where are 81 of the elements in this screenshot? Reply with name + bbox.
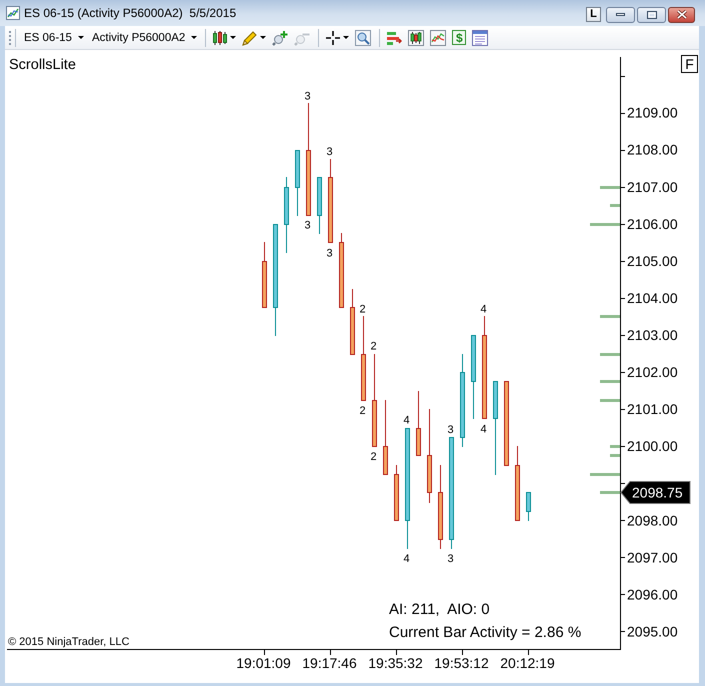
candlestick-icon — [212, 30, 228, 46]
f-button[interactable]: F — [681, 55, 698, 73]
level-mark — [590, 223, 620, 226]
y-axis-label: 2109.00 — [627, 104, 678, 121]
maximize-icon — [646, 10, 656, 18]
candlestick — [317, 176, 322, 234]
dropdown-button[interactable]: ES 06-15 — [20, 28, 88, 48]
line-chart-icon — [430, 30, 446, 46]
x-axis-label: 20:12:19 — [500, 655, 555, 671]
candlestick — [526, 492, 531, 522]
pencil-icon — [242, 30, 258, 46]
x-axis-label: 19:17:46 — [302, 655, 357, 671]
count-label: 4 — [403, 414, 410, 427]
count-label: 2 — [370, 340, 377, 352]
count-label: 2 — [359, 303, 366, 316]
level-mark — [600, 186, 620, 189]
caret-icon — [191, 36, 198, 39]
y-axis-label: 2103.00 — [627, 327, 678, 343]
count-label: 2 — [359, 404, 366, 417]
caret-icon — [230, 36, 236, 39]
indicator-label: ScrollsLite — [9, 57, 76, 73]
candlestick — [295, 150, 300, 216]
candlestick — [416, 390, 421, 456]
maximize-button[interactable] — [637, 6, 666, 22]
magnifier-icon — [355, 30, 372, 46]
candlestick — [262, 242, 267, 308]
x-axis-label: 19:35:32 — [368, 655, 423, 671]
count-label: 3 — [326, 146, 333, 158]
level-mark — [600, 380, 620, 383]
caret-icon — [343, 36, 350, 39]
x-axis-label: 19:01:09 — [236, 655, 291, 671]
minimize-icon — [616, 13, 625, 16]
y-axis-label: 2098.00 — [627, 512, 678, 528]
y-axis-label: 2108.00 — [627, 142, 678, 158]
window-icon — [472, 30, 488, 46]
crosshair-icon — [325, 30, 342, 46]
count-label: 3 — [447, 553, 454, 566]
y-axis-label: 2097.00 — [627, 549, 678, 566]
y-axis-label: 2105.00 — [627, 252, 678, 269]
close-icon — [676, 10, 686, 19]
count-label: 4 — [480, 423, 487, 436]
count-label: 4 — [480, 303, 487, 316]
y-axis-label: 2106.00 — [627, 216, 678, 232]
candlestick — [350, 288, 355, 356]
caret-icon — [78, 36, 84, 39]
level-mark — [600, 315, 620, 318]
window-title: ES 06-15 (Activity P56000A2) 5/5/2015 — [24, 6, 236, 20]
y-axis-label: 2095.00 — [627, 624, 678, 640]
count-label: 3 — [304, 90, 311, 102]
price-tag: 2098.75 — [620, 480, 690, 504]
y-axis-label: 2104.00 — [627, 290, 678, 306]
y-axis-label: 2102.00 — [627, 364, 678, 380]
toolbar-button[interactable] — [406, 28, 426, 48]
level-mark — [600, 399, 620, 402]
count-label: 3 — [447, 424, 454, 436]
zoom-in-icon — [272, 30, 288, 46]
candlestick — [394, 464, 399, 522]
y-axis-label: 2107.00 — [627, 178, 678, 195]
minimize-button[interactable] — [606, 6, 635, 22]
stats-text: Current Bar Activity = 2.86 % — [389, 623, 582, 643]
chart-icon — [6, 6, 20, 20]
dropdown-button[interactable]: Activity P56000A2 — [88, 28, 202, 48]
level-mark — [590, 473, 620, 476]
copyright-text: © 2015 NinjaTrader, LLC — [8, 636, 130, 649]
stats-text: AI: 211, AIO: 0 — [389, 600, 491, 620]
x-axis-label: 19:53:12 — [434, 655, 489, 671]
y-axis-label: 2100.00 — [627, 438, 678, 454]
level-mark — [600, 491, 620, 494]
count-label: 3 — [304, 220, 311, 232]
caret-icon — [260, 36, 266, 39]
candlestick-chart-icon — [408, 30, 424, 46]
close-button[interactable] — [668, 6, 695, 22]
title-bar-button[interactable]: L — [586, 7, 601, 22]
count-label: 3 — [326, 247, 333, 260]
level-mark — [600, 353, 620, 356]
y-axis-label: 2096.00 — [627, 586, 678, 602]
bars-icon — [386, 30, 402, 46]
level-mark — [610, 204, 620, 207]
count-label: 2 — [370, 451, 377, 464]
count-label: 4 — [403, 553, 410, 566]
y-axis-label: 2101.00 — [627, 401, 678, 418]
